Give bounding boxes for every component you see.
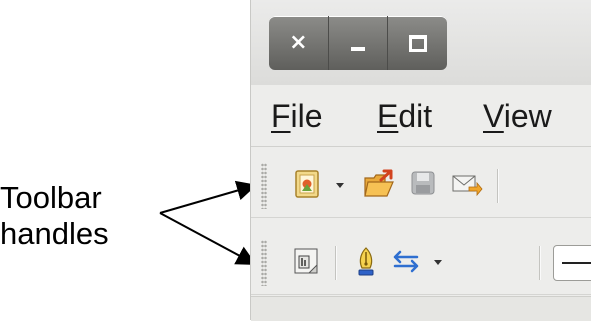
save-button[interactable] [409,169,439,199]
new-document-icon [295,170,319,198]
toolbar-separator [497,169,499,203]
menu-file[interactable]: File [271,98,323,135]
edit-pen-icon [358,247,374,276]
email-document-icon [452,175,483,197]
title-bar: × [251,0,591,85]
minimize-icon [351,47,365,51]
menu-file-label: ile [290,98,323,134]
toolbar-handle[interactable] [261,240,267,286]
new-dropdown-arrow-icon[interactable] [336,183,344,188]
toolbar-separator [539,246,541,280]
text-direction-arrows-icon [393,250,419,273]
line-style-combo[interactable] [553,245,591,281]
menu-bar: File Edit View [251,86,591,147]
menu-edit[interactable]: Edit [377,98,432,135]
maximize-icon [408,34,427,52]
new-document-button[interactable] [293,169,323,199]
application-window: × File Edit View [250,0,591,321]
maximize-button[interactable] [388,16,447,70]
menu-view-mnemonic: V [483,98,504,134]
open-folder-icon [364,169,394,197]
toolbar-separator [335,246,337,280]
document-area-edge [251,296,591,321]
window-controls: × [269,16,447,70]
minimize-button[interactable] [329,16,389,70]
text-direction-button[interactable] [391,246,421,276]
formatting-toolbar [251,232,591,295]
save-disk-icon [411,171,435,195]
open-button[interactable] [363,169,394,199]
menu-edit-mnemonic: E [377,98,399,134]
edit-pen-button[interactable] [351,246,381,276]
menu-edit-label: dit [398,98,433,134]
close-button[interactable]: × [269,16,329,70]
close-icon: × [289,30,308,55]
email-document-button[interactable] [451,169,483,199]
menu-file-mnemonic: F [271,98,291,134]
line-style-preview [562,262,591,264]
display-rulers-button[interactable] [291,246,321,276]
menu-view[interactable]: View [483,98,552,135]
standard-toolbar [251,155,591,218]
display-rulers-icon [294,248,318,274]
text-direction-dropdown-arrow-icon[interactable] [434,260,442,265]
arrow-to-handle-1 [159,180,257,214]
menu-view-label: iew [503,98,552,134]
toolbar-handle[interactable] [261,163,267,209]
arrow-to-handle-2 [159,212,257,265]
